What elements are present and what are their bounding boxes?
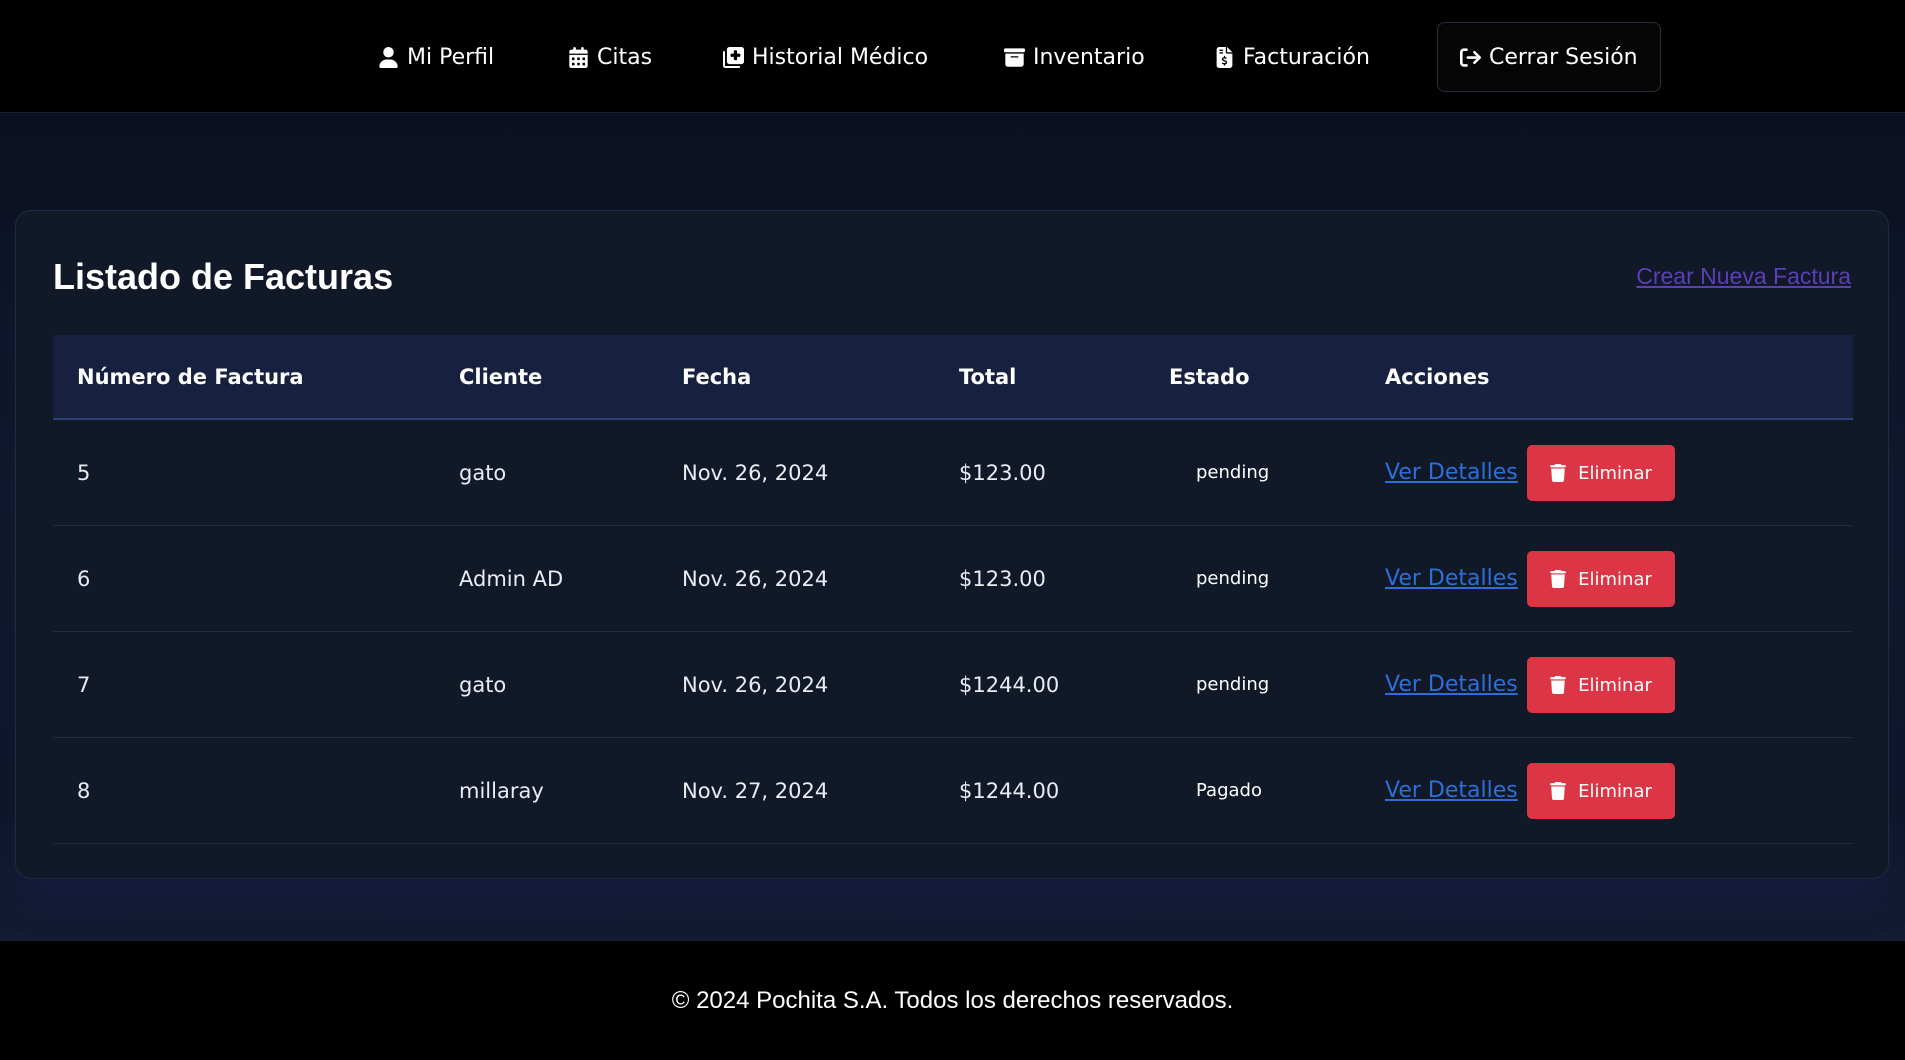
column-header-acciones: Acciones [1385,364,1490,389]
nav-item-mi-perfil[interactable]: Mi Perfil [378,22,494,92]
cell-total: $123.00 [959,460,1046,485]
trash-icon [1550,570,1566,588]
cell-total: $1244.00 [959,672,1060,697]
sign-out-icon [1460,47,1481,67]
trash-icon [1550,782,1566,800]
page-title: Listado de Facturas [53,256,394,297]
column-header-total: Total [959,364,1017,389]
column-header-numero: Número de Factura [77,364,304,389]
cell-total: $123.00 [959,566,1046,591]
cell-numero: 8 [77,778,91,803]
delete-button[interactable]: Eliminar [1527,657,1675,713]
nav-item-label: Historial Médico [752,44,929,70]
cell-numero: 6 [77,566,91,591]
delete-label: Eliminar [1578,780,1652,802]
nav-item-label: Facturación [1243,44,1370,70]
footer: © 2024 Pochita S.A. Todos los derechos r… [0,940,1905,1060]
cell-fecha: Nov. 26, 2024 [682,672,829,697]
create-invoice-link[interactable]: Crear Nueva Factura [1636,263,1851,290]
status-badge: pending [1196,568,1270,589]
trash-icon [1550,676,1566,694]
cell-cliente: millaray [459,778,544,803]
delete-label: Eliminar [1578,674,1652,696]
view-details-link[interactable]: Ver Detalles [1385,672,1518,697]
cell-fecha: Nov. 26, 2024 [682,460,829,485]
delete-label: Eliminar [1578,462,1652,484]
logout-button[interactable]: Cerrar Sesión [1437,22,1661,92]
table-row: 5 gato Nov. 26, 2024 $123.00 pending Ver… [53,420,1853,526]
status-badge: Pagado [1196,780,1262,801]
nav-item-historial-medico[interactable]: Historial Médico [723,22,928,92]
invoices-card: Listado de Facturas Crear Nueva Factura … [15,210,1889,879]
view-details-link[interactable]: Ver Detalles [1385,778,1518,803]
column-header-fecha: Fecha [682,364,752,389]
trash-icon [1550,464,1566,482]
copyright-text: © 2024 Pochita S.A. Todos los derechos r… [671,986,1234,1014]
column-header-estado: Estado [1169,364,1250,389]
cell-cliente: Admin AD [459,566,564,591]
cell-cliente: gato [459,460,507,485]
medical-plus-icon [723,46,744,68]
nav-item-facturacion[interactable]: Facturación [1214,22,1370,92]
invoice-dollar-icon [1216,46,1233,68]
cell-fecha: Nov. 26, 2024 [682,566,829,591]
view-details-link[interactable]: Ver Detalles [1385,460,1518,485]
top-navbar: Mi Perfil Citas Historial Médico Inventa… [0,0,1905,113]
nav-item-label: Inventario [1033,44,1145,70]
cell-numero: 5 [77,460,91,485]
table-row: 8 millaray Nov. 27, 2024 $1244.00 Pagado… [53,738,1853,844]
nav-item-citas[interactable]: Citas [568,22,652,92]
nav-item-label: Citas [597,44,653,70]
cell-cliente: gato [459,672,507,697]
cell-fecha: Nov. 27, 2024 [682,778,829,803]
delete-button[interactable]: Eliminar [1527,551,1675,607]
status-badge: pending [1196,674,1270,695]
calendar-icon [569,46,588,68]
table-row: 6 Admin AD Nov. 26, 2024 $123.00 pending… [53,526,1853,632]
box-icon [1004,47,1025,67]
table-row: 7 gato Nov. 26, 2024 $1244.00 pending Ve… [53,632,1853,738]
invoices-table: Número de Factura Cliente Fecha Total Es… [53,335,1853,844]
nav-item-label: Mi Perfil [407,44,495,70]
delete-label: Eliminar [1578,568,1652,590]
view-details-link[interactable]: Ver Detalles [1385,566,1518,591]
nav-item-inventario[interactable]: Inventario [1004,22,1145,92]
table-header: Número de Factura Cliente Fecha Total Es… [53,335,1853,420]
logout-label: Cerrar Sesión [1489,44,1638,70]
user-icon [379,46,398,68]
cell-total: $1244.00 [959,778,1060,803]
status-badge: pending [1196,462,1270,483]
column-header-cliente: Cliente [459,364,543,389]
cell-numero: 7 [77,672,91,697]
delete-button[interactable]: Eliminar [1527,763,1675,819]
delete-button[interactable]: Eliminar [1527,445,1675,501]
